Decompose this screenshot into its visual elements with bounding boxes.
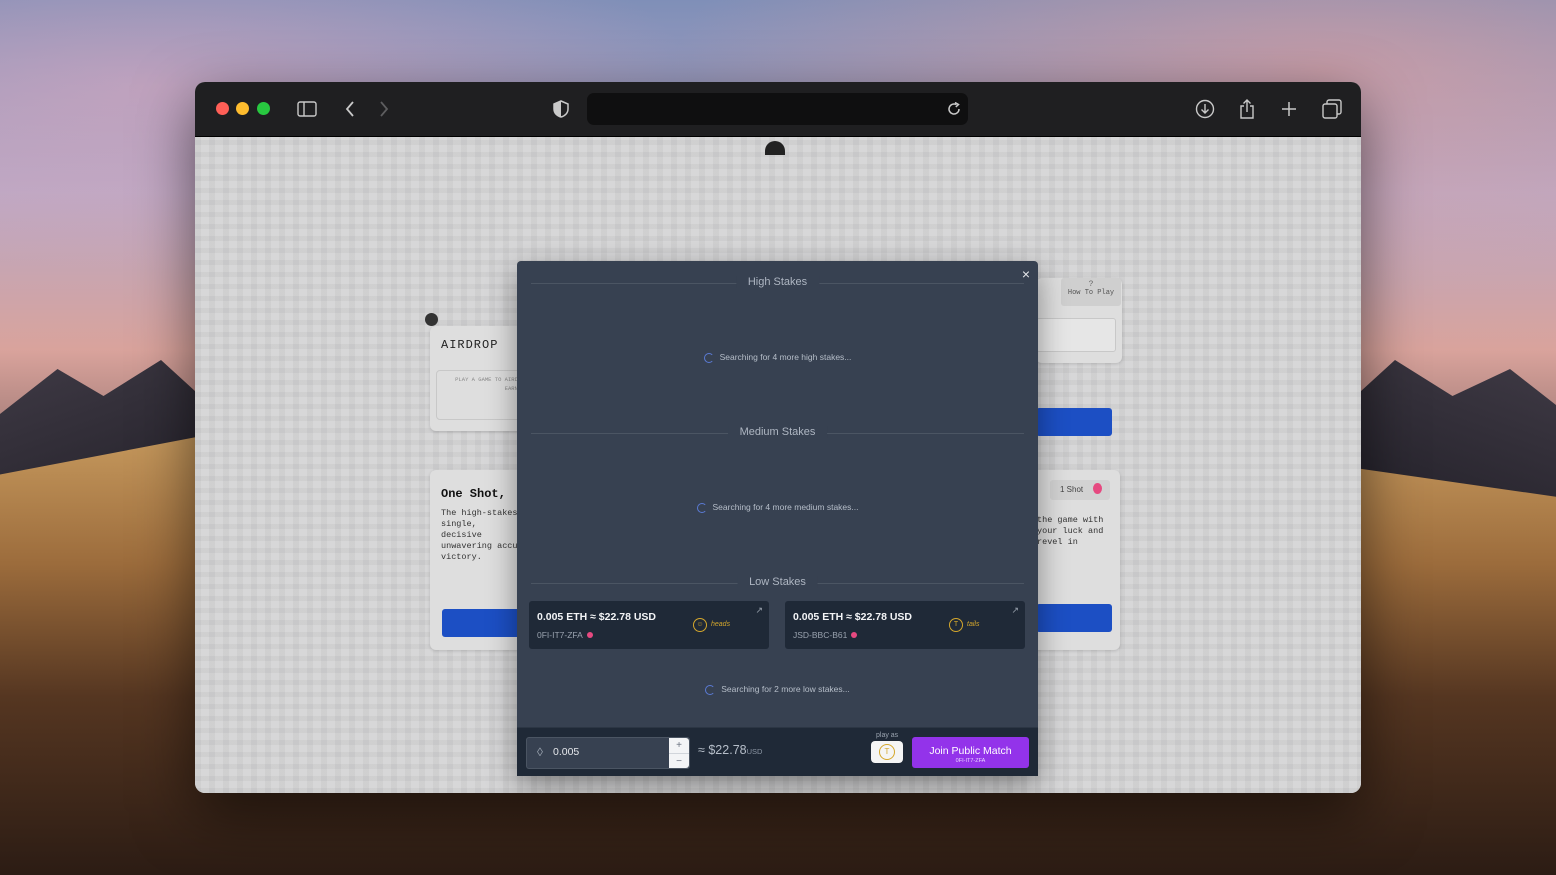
high-stakes-searching: Searching for 4 more high stakes... [517, 352, 1038, 363]
match-amount: 0.005 ETH ≈ $22.78 USD [537, 611, 656, 623]
reload-icon[interactable] [942, 97, 966, 121]
privacy-shield-icon[interactable] [549, 97, 573, 121]
match-code: JSD-BBC-B61 [793, 630, 858, 640]
medium-stakes-searching-text: Searching for 4 more medium stakes... [712, 502, 859, 512]
join-label: Join Public Match [929, 745, 1012, 757]
bomb-icon [586, 632, 593, 638]
low-stakes-searching-text: Searching for 2 more low stakes... [721, 684, 850, 694]
high-stakes-header: High Stakes [531, 276, 1024, 290]
share-icon[interactable] [1235, 97, 1259, 121]
usd-value: $22.78 [708, 743, 747, 757]
stake-amount-input[interactable] [553, 744, 663, 760]
forward-icon[interactable] [372, 97, 396, 121]
match-code-text: JSD-BBC-B61 [793, 630, 848, 640]
decrement-button[interactable]: − [669, 754, 689, 769]
loading-spinner-icon [696, 502, 707, 513]
back-icon[interactable] [338, 97, 362, 121]
bomb-icon [851, 632, 858, 638]
increment-button[interactable]: + [669, 738, 689, 754]
tab-overview-icon[interactable] [1320, 97, 1344, 121]
usd-unit: USD [746, 747, 763, 756]
low-stakes-searching: Searching for 2 more low stakes... [517, 684, 1038, 695]
low-stakes-header: Low Stakes [531, 576, 1024, 590]
new-tab-icon[interactable] [1277, 97, 1301, 121]
join-public-match-button[interactable]: Join Public Match 0FI-IT7-ZFA [912, 737, 1029, 768]
low-stakes-title: Low Stakes [737, 576, 818, 588]
coin-side-selector[interactable]: T [871, 741, 903, 763]
match-side: tails [967, 621, 980, 628]
approx-symbol: ≈ [698, 743, 705, 757]
match-footer: ◊ + − ≈ $22.78USD play as T Join Public … [517, 727, 1038, 776]
play-as-label: play as [876, 732, 899, 739]
minimize-window-button[interactable] [236, 102, 249, 115]
page-content: AIRDROP PLAY A GAME TO AIRDROP AND EARN … [195, 137, 1361, 793]
match-card[interactable]: 0.005 ETH ≈ $22.78 USD 0FI-IT7-ZFA ☺ hea… [529, 601, 769, 649]
match-code-text: 0FI-IT7-ZFA [537, 630, 583, 640]
stake-amount-field[interactable]: ◊ + − [526, 737, 690, 769]
close-window-button[interactable] [216, 102, 229, 115]
amount-stepper[interactable]: + − [669, 738, 689, 768]
browser-window: AIRDROP PLAY A GAME TO AIRDROP AND EARN … [195, 82, 1361, 793]
high-stakes-searching-text: Searching for 4 more high stakes... [719, 352, 852, 362]
match-card[interactable]: 0.005 ETH ≈ $22.78 USD JSD-BBC-B61 T tai… [785, 601, 1025, 649]
eth-icon: ◊ [537, 745, 543, 759]
loading-spinner-icon [705, 684, 716, 695]
tails-coin-icon: T [949, 618, 963, 632]
medium-stakes-searching: Searching for 4 more medium stakes... [517, 502, 1038, 513]
match-side: heads [711, 621, 731, 628]
address-bar[interactable] [587, 93, 968, 125]
match-modal: × High Stakes Searching for 4 more high … [517, 261, 1038, 776]
zoom-window-button[interactable] [257, 102, 270, 115]
medium-stakes-header: Medium Stakes [531, 426, 1024, 440]
join-code: 0FI-IT7-ZFA [955, 758, 986, 764]
heads-coin-icon: ☺ [693, 618, 707, 632]
match-code: 0FI-IT7-ZFA [537, 630, 593, 640]
high-stakes-title: High Stakes [735, 276, 820, 288]
sidebar-toggle-icon[interactable] [295, 97, 319, 121]
match-amount: 0.005 ETH ≈ $22.78 USD [793, 611, 912, 623]
usd-equivalent: ≈ $22.78USD [698, 743, 762, 757]
external-link-icon[interactable]: ↗ [755, 605, 763, 616]
tails-coin-icon: T [879, 744, 895, 760]
browser-toolbar [195, 82, 1361, 137]
external-link-icon[interactable]: ↗ [1011, 605, 1019, 616]
downloads-icon[interactable] [1193, 97, 1217, 121]
loading-spinner-icon [703, 352, 714, 363]
medium-stakes-title: Medium Stakes [727, 426, 828, 438]
